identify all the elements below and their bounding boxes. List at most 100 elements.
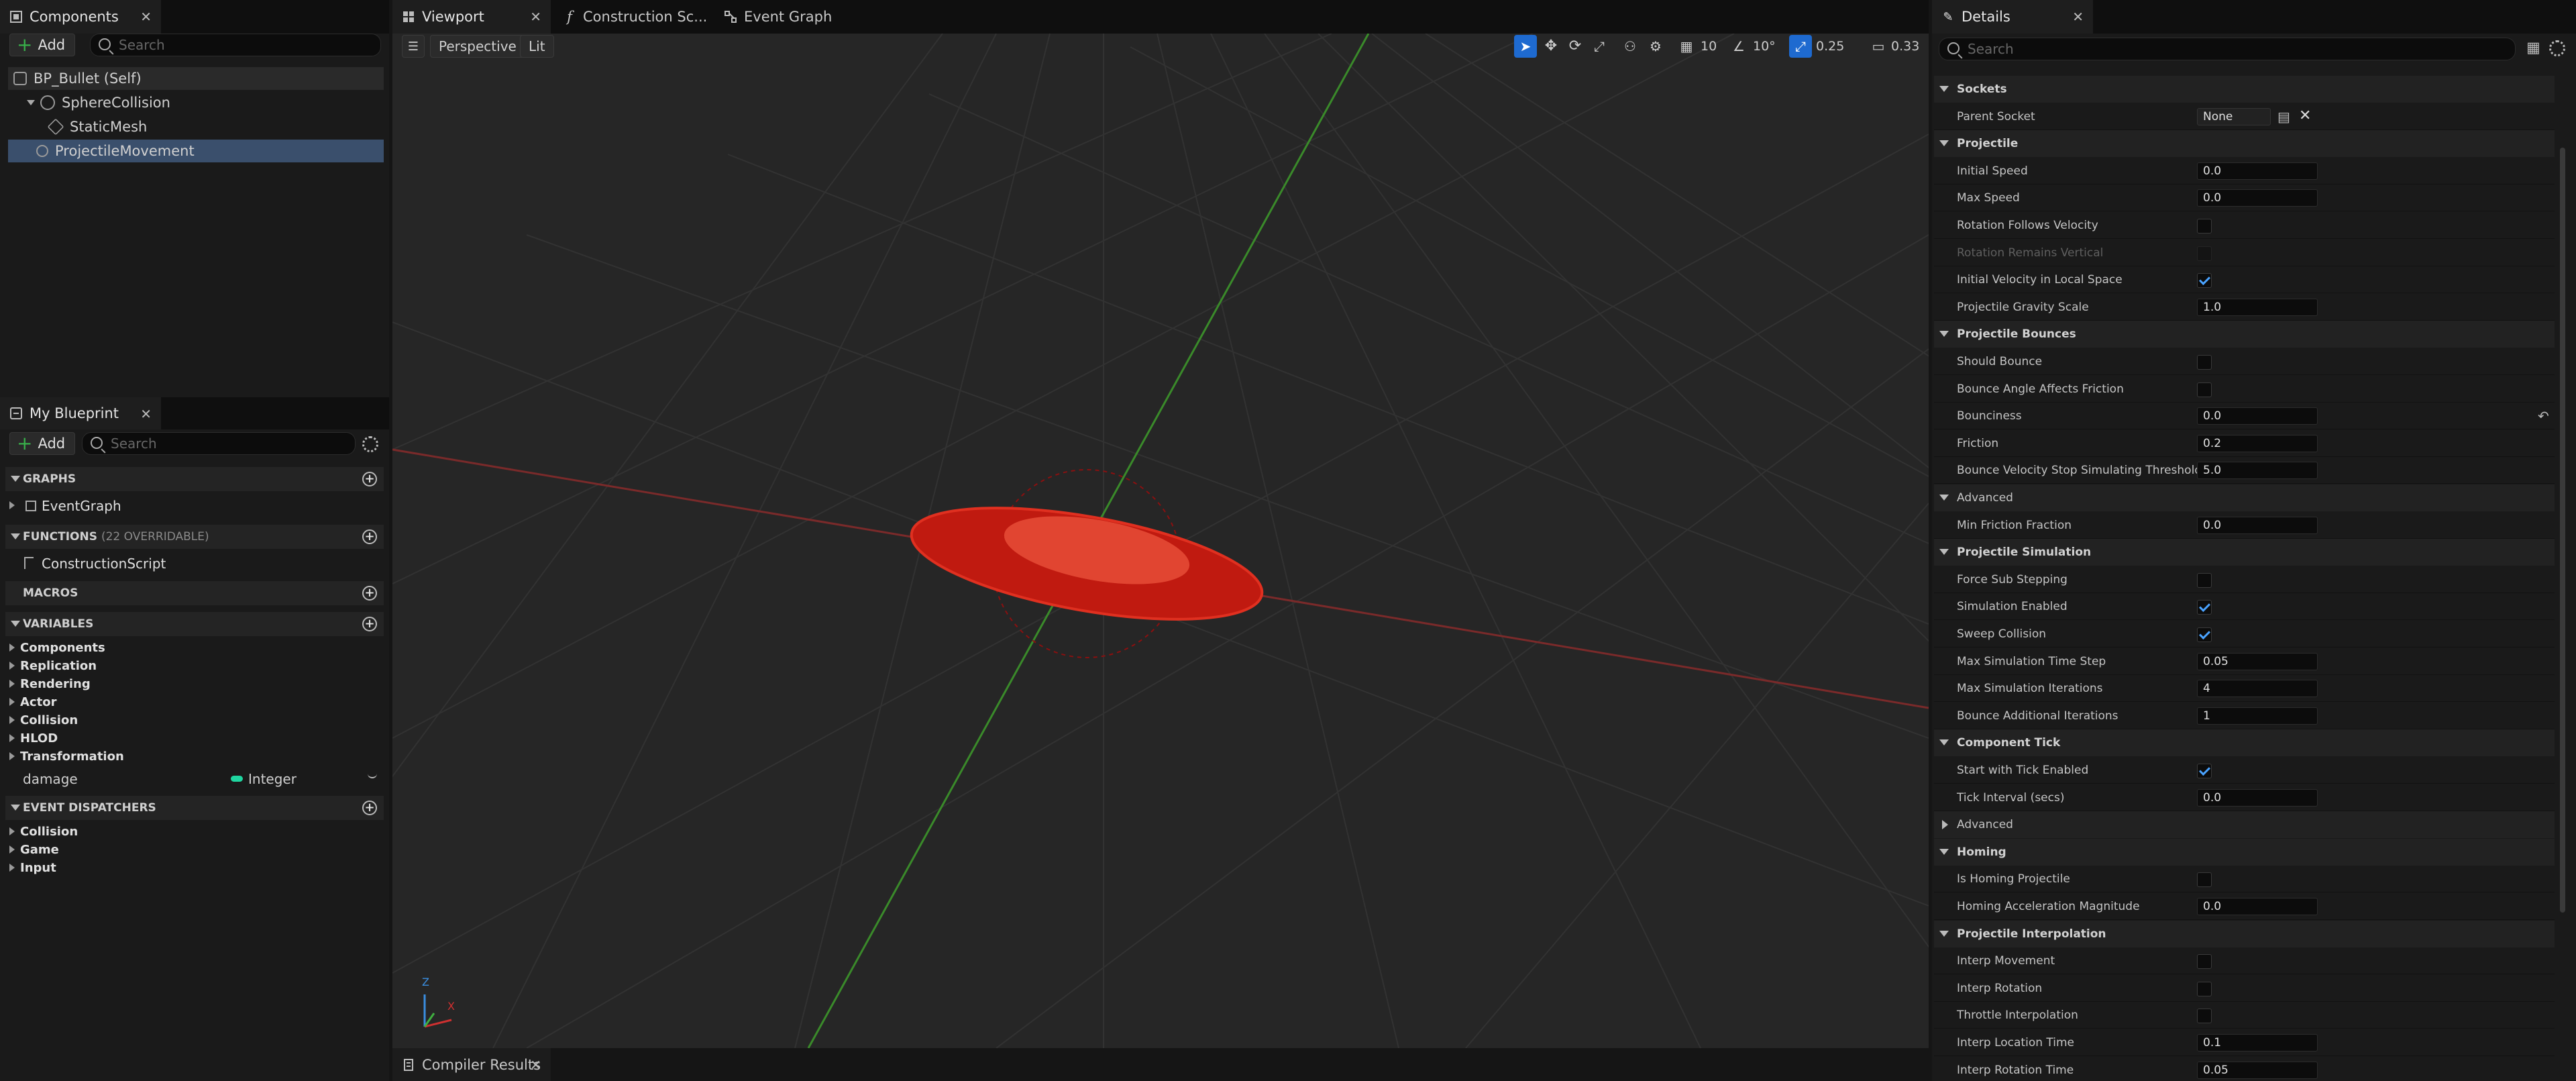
variable-category[interactable]: Rendering	[9, 675, 91, 693]
property-value-input[interactable]: 0.0	[2197, 789, 2318, 807]
tab-my-blueprint[interactable]: My Blueprint ✕	[0, 397, 161, 429]
camera-speed-icon[interactable]: ▭	[1867, 35, 1890, 58]
property-value-input[interactable]: 4	[2197, 680, 2318, 697]
view-mode-button[interactable]: Perspective	[430, 35, 525, 58]
event-dispatchers-section[interactable]: EVENT DISPATCHERS +	[5, 796, 384, 820]
variable-category[interactable]: HLOD	[9, 729, 58, 748]
close-icon[interactable]: ✕	[530, 1057, 541, 1073]
camera-speed-value[interactable]: 0.33	[1891, 39, 1919, 54]
variable-row-damage[interactable]: damage Integer	[5, 766, 384, 790]
property-value-input[interactable]: 0.2	[2197, 435, 2318, 452]
functions-section[interactable]: FUNCTIONS (22 OVERRIDABLE) +	[5, 525, 384, 549]
tree-item-projectilemovement[interactable]: ProjectileMovement	[8, 140, 384, 162]
components-search-input[interactable]: Search	[90, 34, 381, 56]
add-dispatcher-icon[interactable]: +	[362, 801, 377, 815]
property-checkbox[interactable]	[2197, 954, 2212, 969]
add-blueprint-item-button[interactable]: + Add	[9, 432, 76, 455]
property-value-input[interactable]: 0.0	[2197, 407, 2318, 425]
parent-socket-field[interactable]: None	[2197, 108, 2271, 125]
advanced-toggle[interactable]: Advanced	[1934, 484, 2555, 511]
lighting-mode-button[interactable]: Lit	[520, 35, 554, 58]
graph-item-eventgraph[interactable]: EventGraph	[9, 497, 121, 515]
property-checkbox[interactable]	[2197, 872, 2212, 887]
viewport-menu-button[interactable]: ☰	[402, 35, 425, 58]
surface-snap-icon[interactable]: ⚙	[1644, 35, 1667, 58]
details-scrollbar[interactable]	[2560, 148, 2565, 913]
add-macro-icon[interactable]: +	[362, 586, 377, 601]
tab-compiler-results[interactable]: Compiler Results ✕	[392, 1048, 551, 1081]
property-checkbox[interactable]	[2197, 273, 2212, 288]
property-value-input[interactable]: 0.0	[2197, 162, 2318, 180]
reset-to-default-icon[interactable]: ↶	[2538, 408, 2549, 424]
rotate-tool-icon[interactable]: ⟳	[1564, 35, 1587, 58]
property-value-input[interactable]: 0.0	[2197, 189, 2318, 207]
dispatcher-category[interactable]: Collision	[9, 823, 78, 841]
add-variable-icon[interactable]: +	[362, 617, 377, 631]
browse-socket-icon[interactable]: ▤	[2277, 109, 2290, 125]
tab-components[interactable]: Components ✕	[0, 0, 161, 34]
function-item-constructionscript[interactable]: ConstructionScript	[9, 554, 166, 572]
property-checkbox[interactable]	[2197, 764, 2212, 778]
chevron-down-icon[interactable]	[368, 773, 377, 778]
blueprint-search-input[interactable]: Search	[82, 432, 356, 455]
table-view-icon[interactable]: ▦	[2526, 40, 2542, 56]
property-checkbox[interactable]	[2197, 982, 2212, 996]
property-value-input[interactable]: 0.05	[2197, 1062, 2318, 1079]
scale-tool-icon[interactable]: ⤢	[1588, 35, 1611, 58]
property-value-input[interactable]: 0.0	[2197, 898, 2318, 915]
clear-icon[interactable]: ✕	[2299, 107, 2311, 124]
details-section-header[interactable]: Homing	[1934, 839, 2555, 866]
tree-item-spherecollision[interactable]: SphereCollision	[8, 91, 384, 114]
rotation-snap-icon[interactable]: ∠	[1727, 35, 1750, 58]
close-icon[interactable]: ✕	[140, 406, 152, 422]
details-section-header[interactable]: Projectile	[1934, 130, 2555, 157]
close-icon[interactable]: ✕	[2072, 9, 2084, 25]
gear-icon[interactable]	[362, 436, 378, 452]
property-checkbox[interactable]	[2197, 355, 2212, 370]
scale-snap-value[interactable]: 0.25	[1816, 39, 1844, 54]
property-value-input[interactable]: 0.1	[2197, 1034, 2318, 1051]
tree-item-self[interactable]: BP_Bullet (Self)	[8, 67, 384, 90]
viewport[interactable]: X Z ☰ Perspective Lit ➤ ✥ ⟳ ⤢ ⚇ ⚙ ▦ 10 ∠…	[392, 34, 1929, 1048]
details-section-header[interactable]: Component Tick	[1934, 729, 2555, 756]
advanced-toggle[interactable]: Advanced	[1934, 811, 2555, 838]
variables-section[interactable]: VARIABLES +	[5, 612, 384, 636]
variable-category[interactable]: Actor	[9, 693, 56, 711]
dispatcher-category[interactable]: Game	[9, 841, 59, 859]
property-value-input[interactable]: 1.0	[2197, 299, 2318, 316]
property-checkbox[interactable]	[2197, 600, 2212, 615]
add-component-button[interactable]: + Add	[9, 34, 76, 56]
translate-tool-icon[interactable]: ✥	[1540, 35, 1562, 58]
property-checkbox[interactable]	[2197, 382, 2212, 397]
macros-section[interactable]: MACROS +	[5, 581, 384, 605]
property-checkbox[interactable]	[2197, 627, 2212, 642]
select-tool-icon[interactable]: ➤	[1514, 35, 1537, 58]
property-value-input[interactable]: 5.0	[2197, 462, 2318, 479]
close-icon[interactable]: ✕	[530, 9, 541, 25]
variable-category[interactable]: Components	[9, 639, 105, 657]
property-checkbox[interactable]	[2197, 219, 2212, 234]
property-value-input[interactable]: 0.05	[2197, 653, 2318, 670]
world-local-icon[interactable]: ⚇	[1619, 35, 1642, 58]
details-section-header[interactable]: Projectile Simulation	[1934, 539, 2555, 566]
close-icon[interactable]: ✕	[140, 9, 152, 25]
details-section-header[interactable]: Sockets	[1934, 76, 2555, 103]
add-graph-icon[interactable]: +	[362, 472, 377, 486]
variable-category[interactable]: Collision	[9, 711, 78, 729]
rotation-snap-value[interactable]: 10°	[1753, 39, 1776, 54]
property-checkbox[interactable]	[2197, 573, 2212, 588]
grid-snap-value[interactable]: 10	[1701, 39, 1717, 54]
property-checkbox[interactable]	[2197, 1009, 2212, 1023]
tab-viewport[interactable]: Viewport ✕	[392, 0, 551, 34]
details-section-header[interactable]: Projectile Interpolation	[1934, 921, 2555, 947]
tree-item-staticmesh[interactable]: StaticMesh	[8, 115, 384, 138]
variable-category[interactable]: Replication	[9, 657, 97, 675]
details-search-input[interactable]: Search	[1939, 38, 2516, 60]
grid-snap-icon[interactable]: ▦	[1675, 35, 1698, 58]
variable-category[interactable]: Transformation	[9, 748, 124, 766]
property-value-input[interactable]: 0.0	[2197, 517, 2318, 534]
details-section-header[interactable]: Projectile Bounces	[1934, 321, 2555, 348]
property-value-input[interactable]: 1	[2197, 707, 2318, 725]
graphs-section[interactable]: GRAPHS +	[5, 467, 384, 491]
gear-icon[interactable]	[2549, 40, 2565, 56]
